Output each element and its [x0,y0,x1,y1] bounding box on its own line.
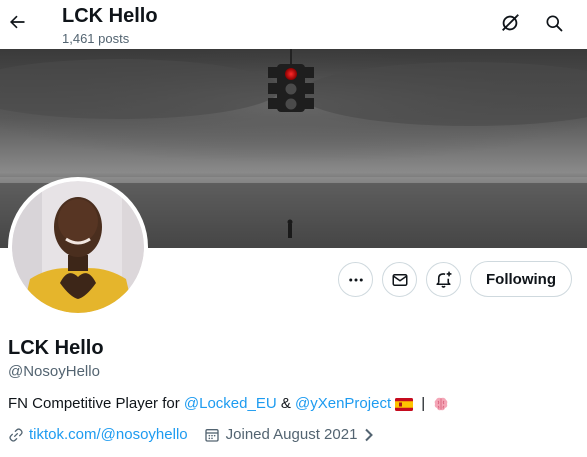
bio-text: FN Competitive Player for [8,395,184,412]
arrow-left-icon [10,15,25,29]
profile-bio: FN Competitive Player for @Locked_EU & @… [8,395,449,413]
profile-meta: tiktok.com/@nosoyhello Joined August 202… [8,426,375,444]
page-title: LCK Hello [62,5,158,27]
grok-button[interactable] [497,10,523,36]
calendar-icon-wrap [204,427,220,443]
avatar-photo [12,181,144,313]
calendar-icon [204,429,219,442]
more-icon [348,278,363,281]
back-button[interactable] [4,8,30,36]
bell-plus-icon [436,271,452,288]
posts-count: 1,461 posts [62,31,130,46]
search-icon [546,15,563,32]
spain-flag-icon [395,397,414,411]
title-block: LCK Hello 1,461 posts [62,4,158,47]
chevron-right-icon [365,428,374,442]
brain-icon [435,397,448,411]
joined-date: Joined August 2021 [225,426,358,443]
envelope-icon [392,273,407,286]
grok-icon [502,14,519,31]
mention-yxenproject[interactable]: @yXenProject [295,395,391,413]
following-button[interactable]: Following [470,261,572,297]
notify-button[interactable] [426,262,461,297]
joined-expand[interactable] [363,428,375,442]
profile-name: LCK Hello [8,337,104,359]
bio-separator: | [417,395,430,412]
link-icon [9,428,23,442]
top-bar: LCK Hello 1,461 posts [0,0,587,50]
search-button[interactable] [541,10,567,36]
avatar[interactable] [8,177,148,317]
mention-locked-eu[interactable]: @Locked_EU [184,395,277,413]
more-button[interactable] [338,262,373,297]
message-button[interactable] [382,262,417,297]
profile-handle: @NosoyHello [8,363,100,380]
website-link[interactable]: tiktok.com/@nosoyhello [29,426,188,444]
bio-ampersand: & [276,395,296,412]
